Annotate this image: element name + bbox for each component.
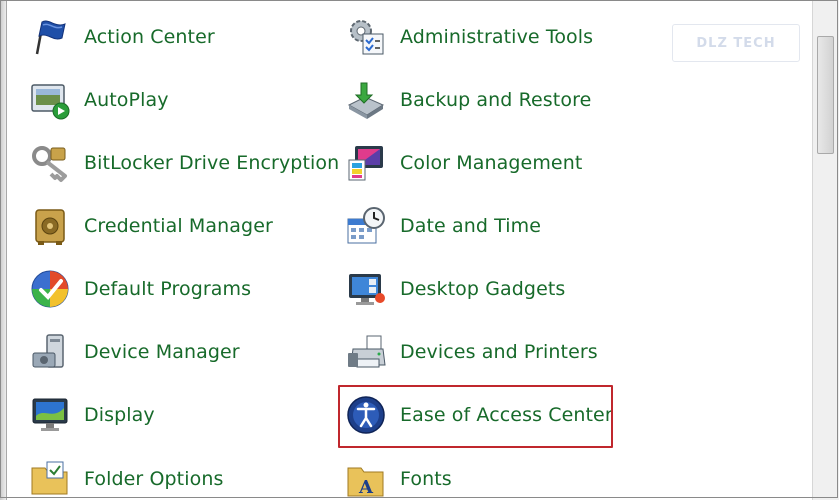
window-frame <box>0 0 838 498</box>
